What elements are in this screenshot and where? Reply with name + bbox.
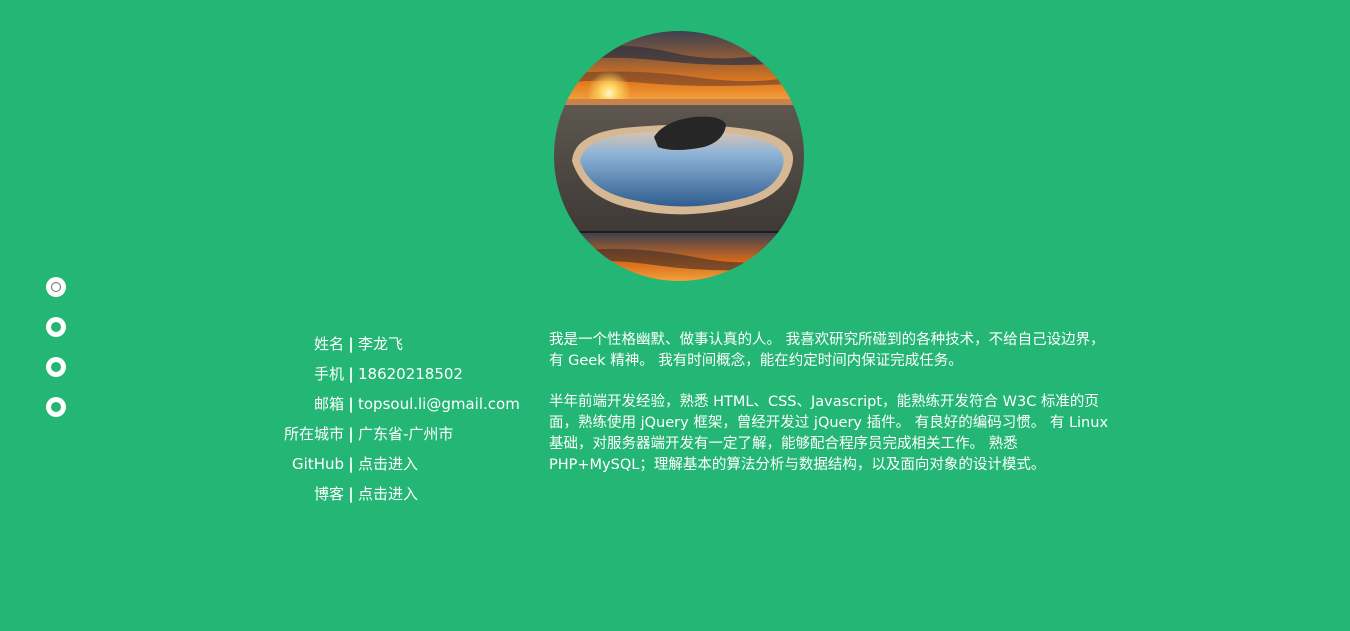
info-row-city: 所在城市 | 广东省-广州市 — [240, 423, 530, 453]
nav-dot-3[interactable] — [46, 357, 66, 377]
blog-label: 博客 — [313, 485, 344, 503]
github-separator: | — [348, 455, 354, 473]
avatar-image — [554, 31, 804, 281]
info-row-blog: 博客 | 点击进入 — [240, 483, 530, 513]
info-row-phone: 手机 | 18620218502 — [240, 363, 530, 393]
nav-dot-1[interactable] — [46, 277, 66, 297]
description-paragraph-1: 我是一个性格幽默、做事认真的人。 我喜欢研究所碰到的各种技术，不给自己设边界，有… — [549, 332, 1105, 369]
nav-dot-3-inner — [51, 362, 61, 372]
info-row-github: GitHub | 点击进入 — [240, 453, 530, 483]
city-separator: | — [348, 425, 354, 443]
nav-dot-1-inner — [51, 282, 61, 292]
description-paragraph-2: 半年前端开发经验，熟悉 HTML、CSS、Javascript，能熟练开发符合 … — [549, 394, 1109, 473]
nav-dot-4[interactable] — [46, 397, 66, 417]
nav-dot-4-inner — [51, 402, 61, 412]
blog-separator: | — [348, 485, 354, 503]
email-label: 邮箱 — [313, 395, 344, 413]
email-separator: | — [348, 395, 354, 413]
avatar — [554, 31, 804, 281]
name-value: 李龙飞 — [358, 335, 404, 353]
info-row-name: 姓名 | 李龙飞 — [240, 333, 530, 363]
phone-value: 18620218502 — [358, 365, 463, 383]
profile-info: 姓名 | 李龙飞 手机 | 18620218502 邮箱 | topsoul.l… — [240, 333, 530, 513]
phone-label: 手机 — [313, 365, 344, 383]
info-row-email: 邮箱 | topsoul.li@gmail.com — [240, 393, 530, 423]
city-value: 广东省-广州市 — [358, 425, 454, 443]
blog-link[interactable]: 点击进入 — [358, 483, 418, 505]
phone-separator: | — [348, 365, 354, 383]
nav-dot-2[interactable] — [46, 317, 66, 337]
name-separator: | — [348, 335, 354, 353]
self-description: 我是一个性格幽默、做事认真的人。 我喜欢研究所碰到的各种技术，不给自己设边界，有… — [549, 330, 1109, 496]
email-value: topsoul.li@gmail.com — [358, 395, 520, 413]
nav-dot-2-inner — [51, 322, 61, 332]
github-link[interactable]: 点击进入 — [358, 453, 418, 475]
section-nav — [46, 277, 66, 437]
name-label: 姓名 — [313, 335, 344, 353]
github-label: GitHub — [292, 455, 344, 473]
city-label: 所在城市 — [283, 425, 344, 443]
